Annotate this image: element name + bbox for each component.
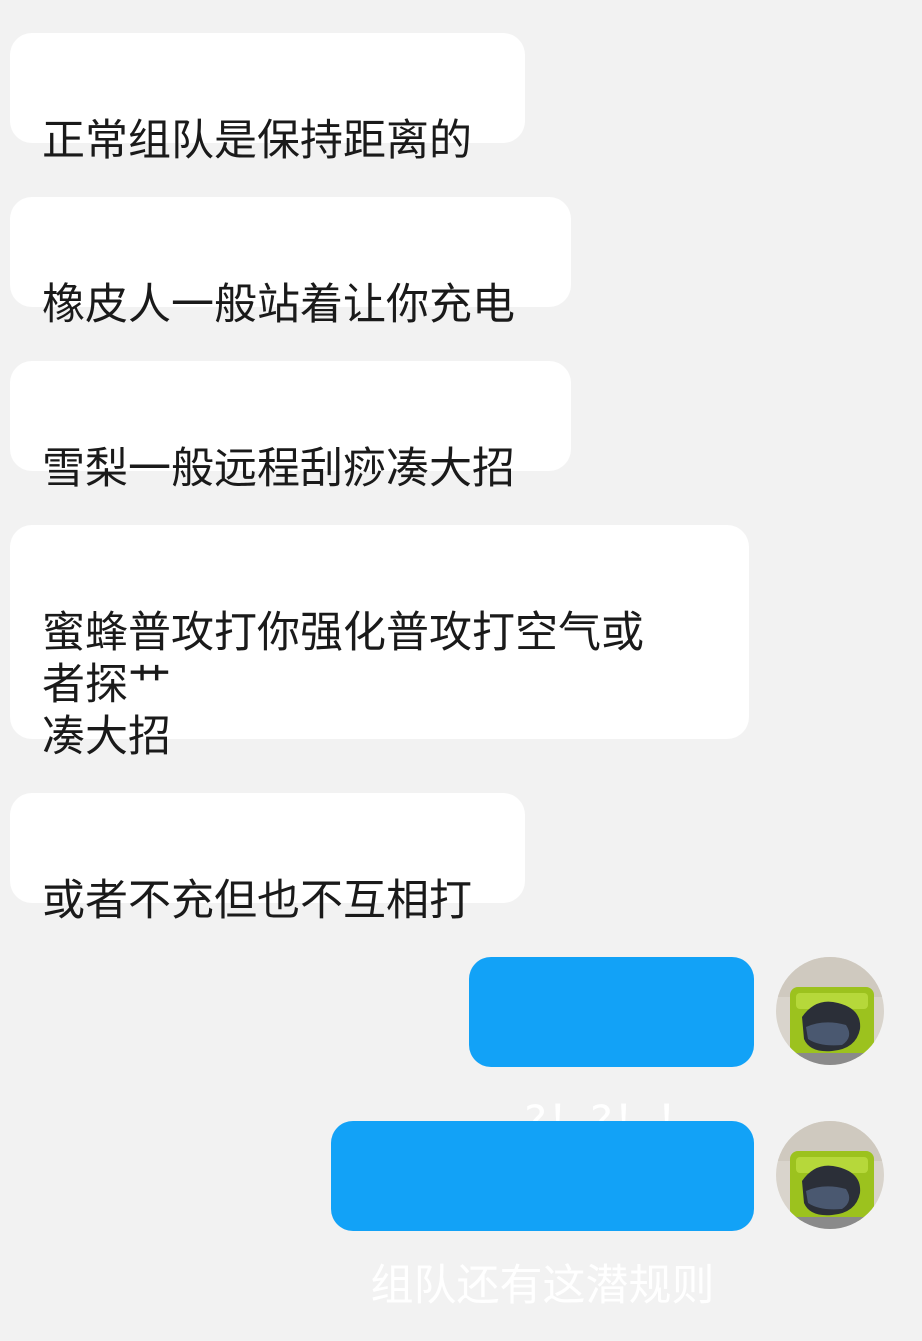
message-text: 橡皮人一般站着让你充电 <box>42 280 515 330</box>
outgoing-message-bubble[interactable]: 组队还有这潜规则 <box>331 1121 754 1311</box>
user-avatar[interactable] <box>776 957 884 1065</box>
message-text: 或者不充但也不互相打 <box>42 876 472 926</box>
chat-conversation: 正常组队是保持距离的 橡皮人一般站着让你充电 雪梨一般远程刮痧凑大招 蜜蜂普攻打… <box>0 0 922 1311</box>
incoming-message-bubble[interactable]: 正常组队是保持距离的 <box>10 33 525 166</box>
message-text: 正常组队是保持距离的 <box>42 116 472 166</box>
avatar-icon <box>776 1121 884 1229</box>
avatar-icon <box>776 957 884 1065</box>
outgoing-message-bubble[interactable]: ?！?！！ <box>469 957 754 1147</box>
user-avatar[interactable] <box>776 1121 884 1229</box>
message-text: 组队还有这潜规则 <box>370 1261 715 1311</box>
message-text: 蜜蜂普攻打你强化普攻打空气或 者探艹 凑大招 <box>42 608 644 762</box>
incoming-message-bubble[interactable]: 蜜蜂普攻打你强化普攻打空气或 者探艹 凑大招 <box>10 525 749 762</box>
incoming-message-bubble[interactable]: 或者不充但也不互相打 <box>10 793 525 926</box>
incoming-message-bubble[interactable]: 雪梨一般远程刮痧凑大招 <box>10 361 571 494</box>
message-text: 雪梨一般远程刮痧凑大招 <box>42 444 515 494</box>
incoming-message-bubble[interactable]: 橡皮人一般站着让你充电 <box>10 197 571 330</box>
